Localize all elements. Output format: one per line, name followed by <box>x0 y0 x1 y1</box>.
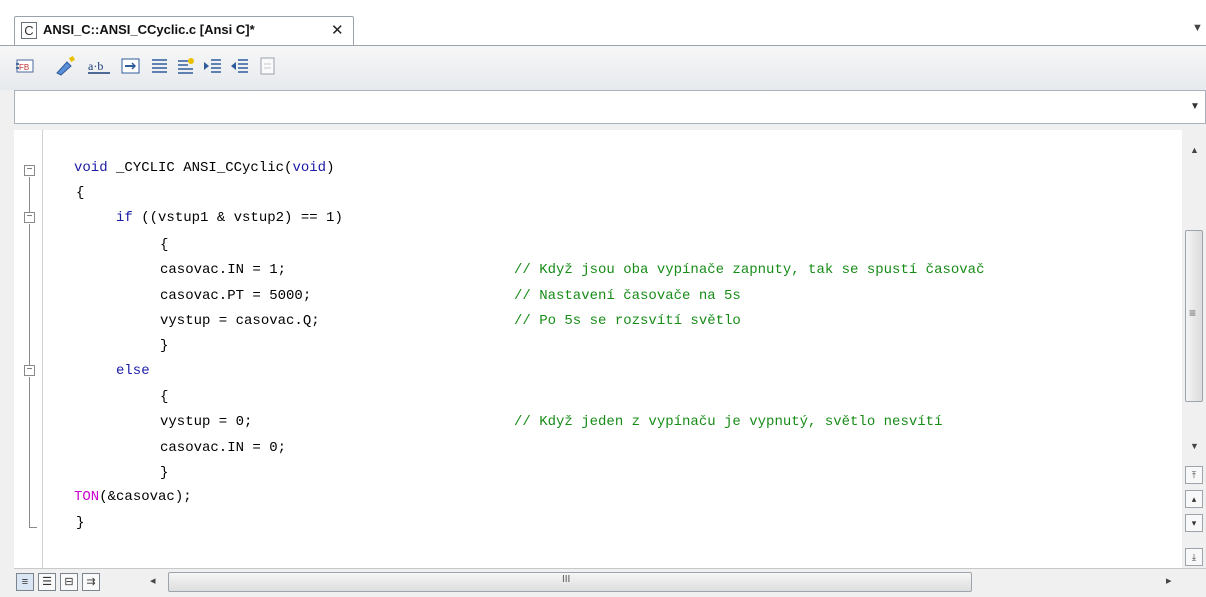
code-line: vystup = casovac.Q; <box>160 313 320 329</box>
fold-guide-end <box>29 527 37 528</box>
code-comment: // Když jsou oba vypínače zapnuty, tak s… <box>514 262 985 278</box>
close-icon[interactable]: ✕ <box>331 21 344 39</box>
tab-title: ANSI_C::ANSI_CCyclic.c [Ansi C]* <box>43 22 255 37</box>
scroll-right-icon[interactable]: ▸ <box>1166 574 1172 587</box>
keyword: else <box>116 363 150 379</box>
scroll-down-icon[interactable]: ▼ <box>1190 441 1199 451</box>
go-to-top-icon[interactable]: ⤒ <box>1185 466 1203 484</box>
c-source-file-icon: C <box>21 22 37 39</box>
scroll-up-icon[interactable]: ▲ <box>1190 145 1199 155</box>
code-line: } <box>160 338 169 354</box>
editor-tab[interactable]: C ANSI_C::ANSI_CCyclic.c [Ansi C]* ✕ <box>14 16 354 45</box>
code-line: vystup = 0; <box>160 414 253 430</box>
function-name: TON <box>74 489 100 505</box>
chevron-down-icon[interactable]: ▼ <box>1190 101 1200 112</box>
code-line: } <box>76 515 85 531</box>
comment-icon[interactable] <box>176 56 196 76</box>
code-text: (&casovac); <box>99 489 192 505</box>
code-comment: // Když jeden z vypínaču je vypnutý, svě… <box>514 414 943 430</box>
code-text: ((vstup1 & vstup2) == 1) <box>132 210 343 226</box>
tab-list-dropdown-icon[interactable]: ▼ <box>1192 22 1203 34</box>
keyword: void <box>292 160 327 176</box>
fold-guide <box>29 224 30 365</box>
view-mode-text-icon[interactable]: ≡ <box>16 573 34 591</box>
fold-guide <box>29 177 30 212</box>
function-selector-dropdown[interactable] <box>14 90 1206 124</box>
scroll-grip-icon: ≡ <box>1189 306 1197 320</box>
code-line: { <box>160 389 169 405</box>
find-replace-icon[interactable]: a·b <box>86 56 112 76</box>
code-text: _CYCLIC ANSI_CCyclic( <box>107 160 293 176</box>
code-text: ) <box>326 160 335 176</box>
code-line: { <box>160 237 169 253</box>
fold-toggle-icon[interactable]: − <box>24 212 35 223</box>
function-block-icon[interactable]: FB <box>16 56 36 76</box>
keyword: void <box>74 160 108 176</box>
code-comment: // Po 5s se rozsvítí světlo <box>514 313 741 329</box>
code-comment: // Nastavení časovače na 5s <box>514 288 741 304</box>
scroll-grip-icon: III <box>562 574 571 585</box>
toggle-view-icon[interactable] <box>121 56 141 76</box>
outdent-icon[interactable] <box>230 56 250 76</box>
toolbar: FB a·b <box>0 46 1206 90</box>
code-line: casovac.IN = 0; <box>160 440 287 456</box>
code-line: casovac.IN = 1; <box>160 262 287 278</box>
svg-text:FB: FB <box>19 63 29 72</box>
code-line: } <box>160 465 169 481</box>
view-mode-list-icon[interactable]: ☰ <box>38 573 56 591</box>
fold-toggle-icon[interactable]: − <box>24 165 35 176</box>
blank-page-icon[interactable] <box>258 56 278 76</box>
code-line: TON(&casovac); <box>74 485 192 510</box>
keyword: if <box>116 210 133 226</box>
view-mode-collapse-icon[interactable]: ⊟ <box>60 573 78 591</box>
code-line: if ((vstup1 & vstup2) == 1) <box>116 206 343 231</box>
code-line: void _CYCLIC ANSI_CCyclic(void) <box>74 156 334 181</box>
code-line: casovac.PT = 5000; <box>160 288 312 304</box>
code-line: { <box>76 185 85 201</box>
next-icon[interactable]: ▾ <box>1185 514 1203 532</box>
insert-icon[interactable] <box>55 56 75 76</box>
indent-icon[interactable] <box>203 56 223 76</box>
view-mode-split-icon[interactable]: ⇉ <box>82 573 100 591</box>
align-icon[interactable] <box>150 56 170 76</box>
svg-text:a·b: a·b <box>88 59 103 73</box>
fold-toggle-icon[interactable]: − <box>24 365 35 376</box>
fold-guide <box>29 377 30 527</box>
scroll-left-icon[interactable]: ◂ <box>150 574 156 587</box>
previous-icon[interactable]: ▴ <box>1185 490 1203 508</box>
go-to-bottom-icon[interactable]: ⤓ <box>1185 548 1203 566</box>
